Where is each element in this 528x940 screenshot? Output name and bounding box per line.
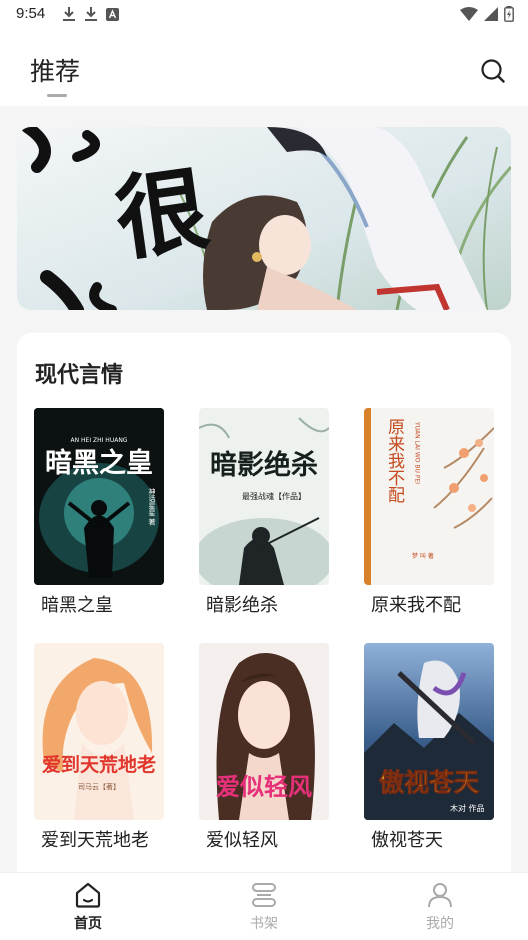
app-notification-icon [106,7,119,21]
svg-text:原来我不配: 原来我不配 [384,418,405,503]
book-title: 傲视苍天 [371,830,443,851]
system-icons [460,6,514,22]
nav-label: 书架 [250,916,278,932]
search-button[interactable] [480,58,506,84]
book-title: 爱似轻风 [206,830,278,851]
notification-icons [62,6,119,22]
bookshelf-icon [252,883,276,907]
svg-text:暗影绝杀: 暗影绝杀 [210,449,318,481]
svg-text:梦 叫 著: 梦 叫 著 [412,552,434,560]
svg-text:神话星星 著: 神话星星 著 [148,487,156,526]
banner-carousel[interactable]: 很 [17,127,511,310]
book-item[interactable]: 爱到天荒地老 司马云【著】 爱到天荒地老 [34,643,164,854]
svg-text:木对 作品: 木对 作品 [450,803,485,813]
section-title: 现代言情 [35,363,124,388]
svg-text:YUAN LAI WO BU PEI: YUAN LAI WO BU PEI [414,421,421,484]
status-time: 9:54 [16,5,46,22]
book-item[interactable]: AN HEI ZHI HUANG 暗黑之皇 神话星星 著 暗黑之皇 [34,408,164,619]
tab-indicator [47,94,67,97]
home-icon [75,882,101,908]
nav-home[interactable]: 首页 [48,881,128,933]
nav-label: 我的 [426,916,454,932]
book-title: 暗黑之皇 [41,595,113,616]
book-title: 暗影绝杀 [206,595,278,616]
svg-text:傲视苍天: 傲视苍天 [379,768,479,797]
svg-text:很: 很 [109,154,215,274]
nav-label: 首页 [74,916,102,932]
download-icon [63,7,75,21]
top-header: 推荐 [0,30,528,106]
profile-icon [428,883,452,908]
nav-profile[interactable]: 我的 [400,881,480,933]
section-card-modern-romance: 现代言情 AN HEI ZHI HUANG 暗黑之皇 神话星星 著 暗黑之皇 暗… [17,333,511,893]
nav-bookshelf[interactable]: 书架 [224,881,304,933]
book-cover: 爱到天荒地老 司马云【著】 [34,643,164,820]
banner-image: 很 [17,127,511,310]
bottom-navigation: 首页 书架 我的 [0,872,528,940]
book-title: 爱到天荒地老 [41,830,149,851]
book-cover: 原来我不配 YUAN LAI WO BU PEI 梦 叫 著 [364,408,494,585]
book-item[interactable]: 傲视苍天 木对 作品 傲视苍天 [364,643,494,854]
search-icon [481,59,505,83]
svg-text:AN HEI ZHI HUANG: AN HEI ZHI HUANG [71,437,128,444]
status-bar: 9:54 [0,0,528,30]
svg-text:爱到天荒地老: 爱到天荒地老 [42,753,156,776]
book-cover: 暗影绝杀 最强战魂【作品】 [199,408,329,585]
book-cover: AN HEI ZHI HUANG 暗黑之皇 神话星星 著 [34,408,164,585]
download-icon [85,7,97,21]
wifi-icon [460,7,478,21]
svg-text:司马云【著】: 司马云【著】 [78,782,120,791]
battery-icon [504,6,514,22]
svg-text:最强战魂【作品】: 最强战魂【作品】 [242,491,306,501]
book-item[interactable]: 爱似轻风 爱似轻风 [199,643,329,854]
signal-icon [484,7,498,21]
page-title: 推荐 [30,57,81,86]
book-item[interactable]: 原来我不配 YUAN LAI WO BU PEI 梦 叫 著 原来我不配 [364,408,494,619]
book-item[interactable]: 暗影绝杀 最强战魂【作品】 暗影绝杀 [199,408,329,619]
book-cover: 爱似轻风 [199,643,329,820]
svg-text:暗黑之皇: 暗黑之皇 [45,447,153,479]
svg-text:爱似轻风: 爱似轻风 [216,772,312,801]
book-cover: 傲视苍天 木对 作品 [364,643,494,820]
book-title: 原来我不配 [371,595,461,616]
